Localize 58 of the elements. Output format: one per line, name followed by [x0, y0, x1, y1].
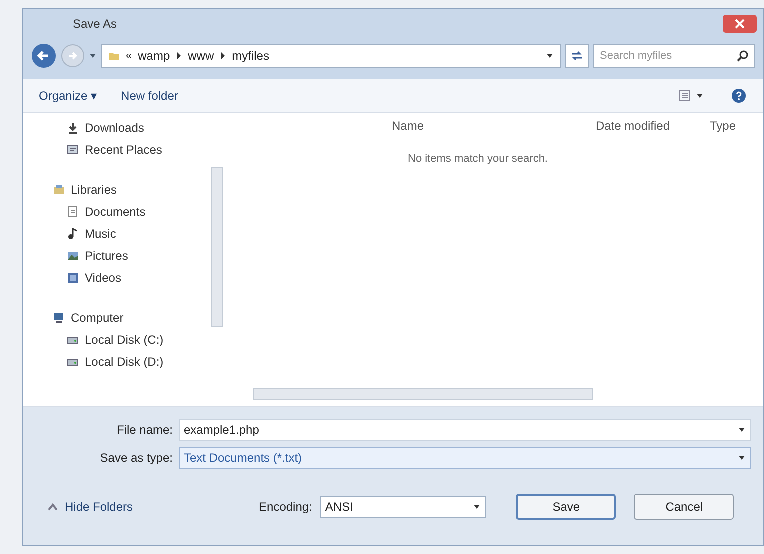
breadcrumb-item[interactable]: myfiles [232, 47, 270, 65]
refresh-icon [570, 50, 584, 62]
encoding-label: Encoding: [259, 499, 312, 516]
download-icon [67, 122, 79, 134]
nav-item[interactable]: Videos [53, 267, 223, 289]
field-label: Save as type: [99, 450, 173, 467]
dropdown-icon [473, 503, 482, 511]
nav-item[interactable]: Downloads [53, 117, 223, 139]
music-icon [67, 228, 79, 240]
address-bar[interactable]: « wamp www myfiles [101, 44, 561, 68]
window-title: Save As [73, 16, 118, 33]
dropdown-icon [738, 426, 746, 434]
recent-icon [67, 144, 79, 156]
chevron-icon [220, 52, 226, 60]
dropdown-icon [738, 454, 746, 462]
chevron-up-icon [47, 502, 59, 512]
folder-icon [108, 50, 120, 62]
close-button[interactable] [723, 15, 757, 33]
nav-item[interactable]: Documents [53, 201, 223, 223]
nav-item[interactable]: Local Disk (C:) [53, 329, 223, 351]
file-name-field[interactable]: example1.php [179, 419, 751, 441]
empty-message: No items match your search. [408, 152, 548, 167]
encoding-dropdown[interactable]: ANSI [320, 496, 486, 518]
refresh-button[interactable] [565, 44, 589, 68]
nav-item[interactable]: Music [53, 223, 223, 245]
nav-item[interactable]: Computer [53, 307, 223, 329]
new-folder-button[interactable]: New folder [121, 86, 178, 104]
column-header[interactable]: Date modified [573, 117, 693, 135]
dialog-button[interactable]: Cancel [634, 494, 734, 520]
save-as-type-dropdown[interactable]: Text Documents (*.txt) [179, 447, 751, 469]
organize-menu[interactable]: Organize ▾ [39, 86, 98, 104]
videos-icon [67, 272, 79, 284]
nav-item[interactable]: Recent Places [53, 139, 223, 161]
search-icon [737, 50, 749, 62]
search-field[interactable]: Search myfiles [593, 44, 755, 68]
column-header[interactable]: Type [693, 117, 753, 135]
hide-folders-button[interactable]: Hide Folders [47, 498, 134, 516]
document-icon [67, 206, 79, 218]
nav-item[interactable]: Pictures [53, 245, 223, 267]
nav-scrollbar-thumb[interactable] [211, 167, 223, 327]
horizontal-scrollbar-thumb[interactable] [253, 388, 593, 400]
dropdown-icon[interactable] [546, 52, 554, 60]
breadcrumb-item[interactable]: www [188, 47, 214, 65]
pictures-icon [67, 250, 79, 262]
help-icon[interactable] [731, 88, 747, 104]
field-label: File name: [116, 422, 173, 439]
back-icon[interactable] [31, 43, 57, 69]
nav-item[interactable]: Libraries [53, 179, 223, 201]
breadcrumb-overflow[interactable]: « [126, 48, 132, 64]
column-header[interactable]: Name [243, 117, 573, 135]
chevron-icon [176, 52, 182, 60]
close-icon [735, 19, 745, 29]
dialog-button[interactable]: Save [516, 494, 616, 520]
computer-icon [53, 312, 65, 324]
library-icon [53, 184, 65, 196]
nav-item[interactable]: Local Disk (D:) [53, 351, 223, 373]
breadcrumb-item[interactable]: wamp [138, 47, 170, 65]
caret-icon[interactable] [89, 52, 97, 60]
